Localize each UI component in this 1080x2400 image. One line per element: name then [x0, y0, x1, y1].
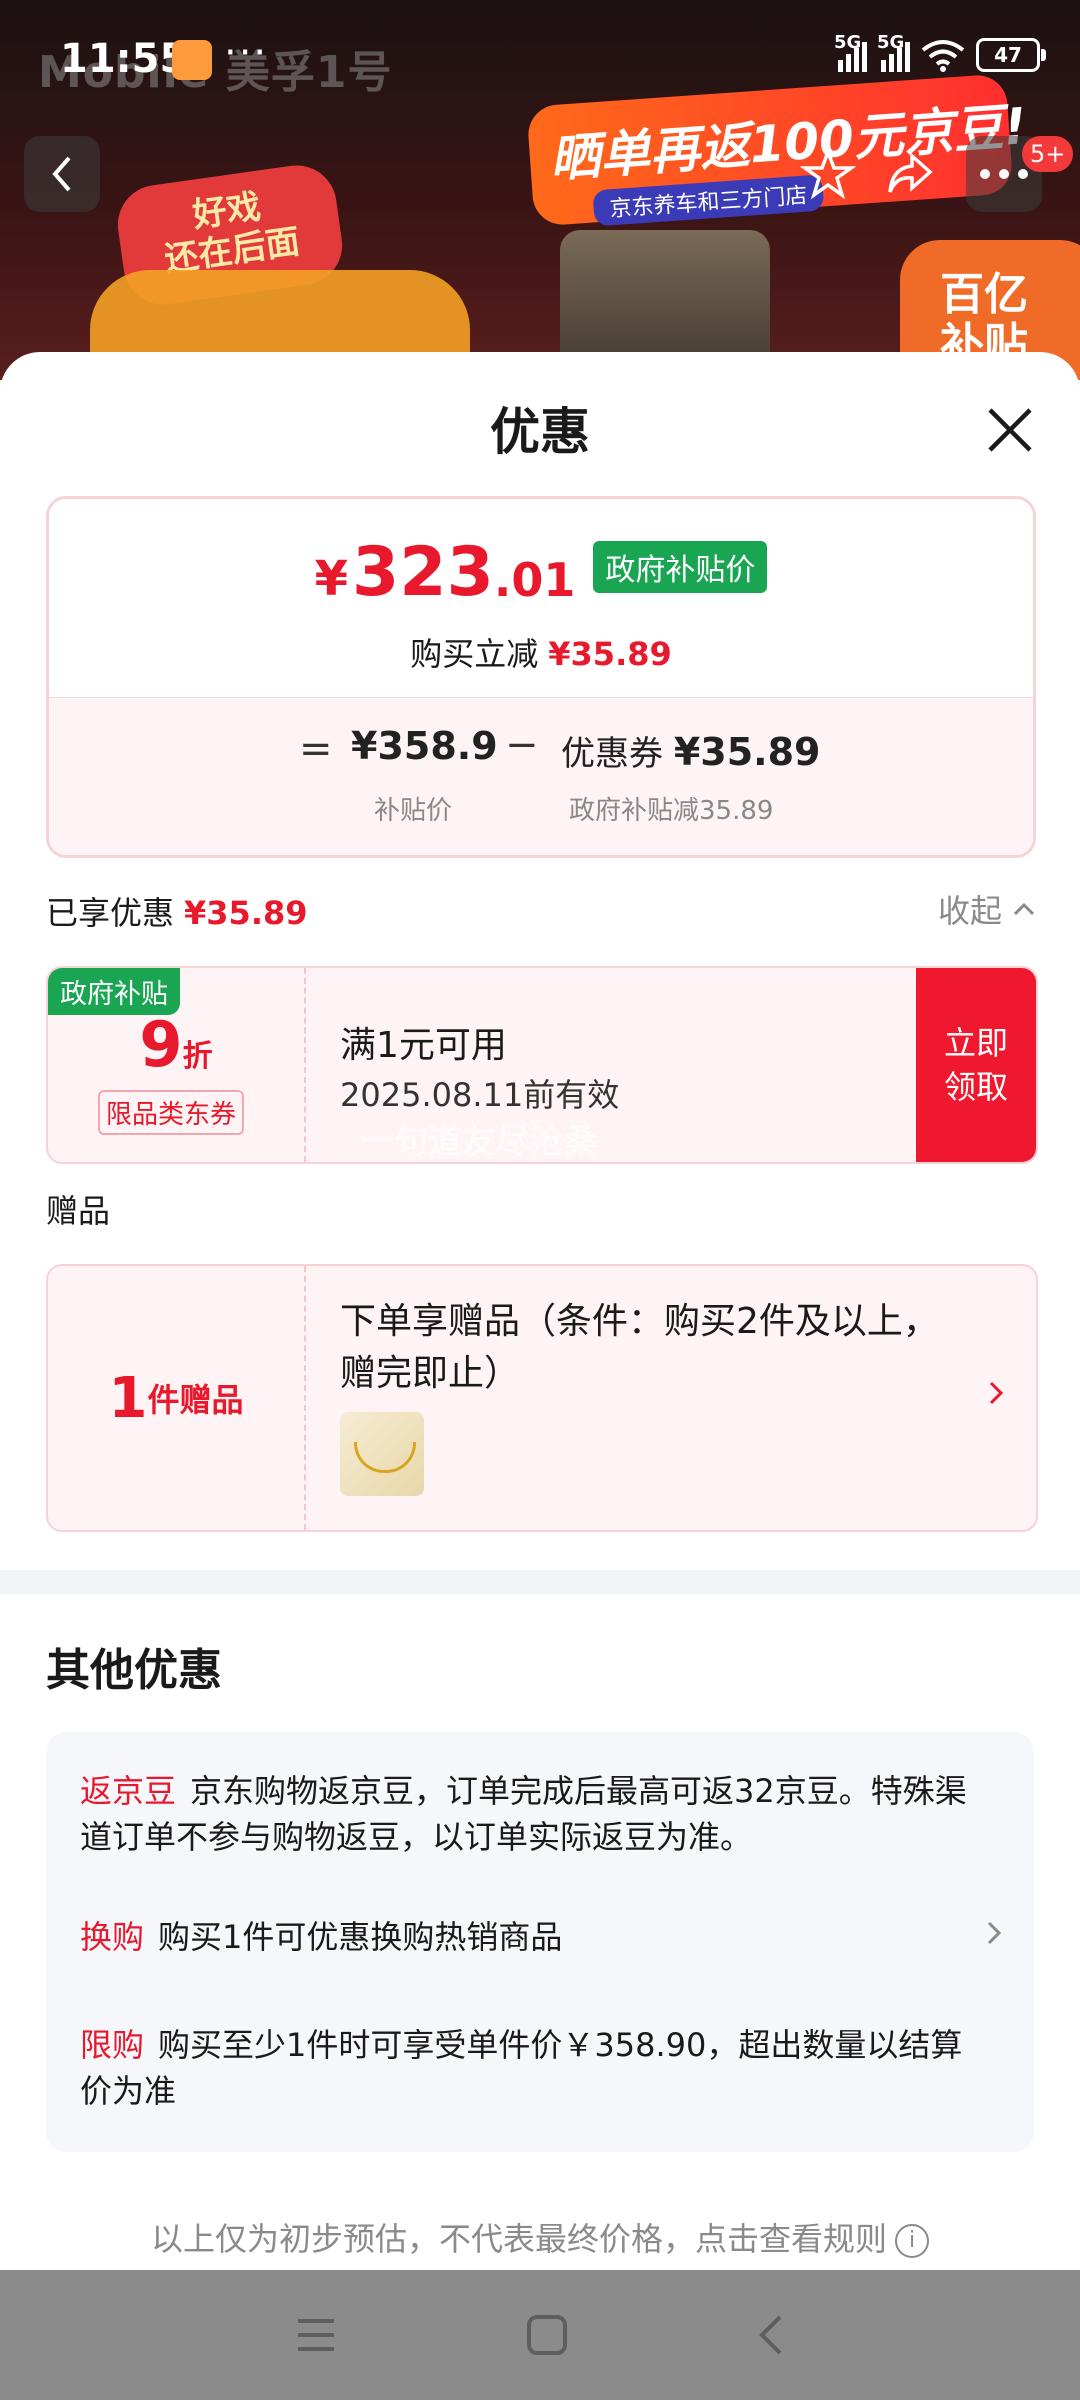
price-breakdown: = ¥358.9 补贴价 − 优惠券 ¥35.89 政府补贴减35.89	[49, 697, 1033, 855]
discount-sheet: 优惠 ¥ 323 .01 政府补贴价 购买立减 ¥35.89 = ¥358.9 补…	[0, 352, 1080, 2270]
signal-label: 5G	[834, 32, 862, 53]
other-item-key: 换购	[80, 1918, 145, 1956]
subsidy-price-label: 补贴价	[374, 796, 453, 826]
instant-discount-value: ¥35.89	[548, 635, 672, 673]
coupon-deduction: 优惠券 ¥35.89	[561, 726, 820, 775]
enjoyed-value: ¥35.89	[184, 894, 308, 932]
claim-coupon-button[interactable]: 立即 领取	[916, 968, 1036, 1162]
enjoyed-label: 已享优惠	[46, 894, 175, 932]
nav-back-icon[interactable]	[756, 2313, 786, 2357]
price-currency: ¥	[314, 551, 348, 607]
coupon-deduction-value: ¥35.89	[673, 730, 821, 774]
star-icon[interactable]	[800, 146, 856, 202]
system-nav-bar	[0, 2270, 1080, 2400]
equals-sign: =	[299, 726, 333, 772]
top-actions	[800, 130, 938, 202]
price-summary-card: ¥ 323 .01 政府补贴价 购买立减 ¥35.89 = ¥358.9 补贴价 …	[46, 496, 1036, 858]
status-time: 11:55	[60, 36, 188, 82]
exchange-purchase-item[interactable]: 换购 购买1件可优惠换购热销商品	[80, 1914, 980, 1960]
other-item-text: 购买1件可优惠换购热销商品	[158, 1918, 563, 1956]
back-icon	[52, 156, 71, 192]
other-item-text: 京东购物返京豆，订单完成后最高可返32京豆。特殊渠道订单不参与购物返豆，以订单实…	[80, 1772, 967, 1856]
gift-section-label: 赠品	[46, 1192, 111, 1230]
gift-card[interactable]: 1 件赠品 下单享赠品（条件：购买2件及以上，赠完即止）	[46, 1264, 1038, 1532]
other-discounts-box: 返京豆 京东购物返京豆，订单完成后最高可返32京豆。特殊渠道订单不参与购物返豆，以…	[46, 1732, 1034, 2152]
signal-icon: 5G	[834, 32, 867, 72]
gift-count-number: 1	[108, 1365, 148, 1431]
sheet-title: 优惠	[490, 403, 590, 461]
gov-subsidy-tag: 政府补贴价	[593, 541, 768, 593]
status-more-dots: ···	[224, 30, 269, 76]
back-button[interactable]	[24, 136, 100, 212]
other-item-text: 购买至少1件时可享受单件价￥358.90，超出数量以结算价为准	[80, 2026, 963, 2110]
info-icon: i	[895, 2224, 929, 2258]
user-watermark: 一句道友尽沧桑	[360, 1122, 598, 1162]
claim-line2: 领取	[943, 1068, 1008, 1106]
disclaimer-text: 以上仅为初步预估，不代表最终价格，点击查看规则	[150, 2220, 887, 2258]
coupon-validity: 2025.08.11前有效	[340, 1076, 620, 1114]
coupon-type: 限品类东券	[98, 1090, 245, 1135]
purchase-limit-item: 限购 购买至少1件时可享受单件价￥358.90，超出数量以结算价为准	[80, 2022, 980, 2114]
coupon-discount: 9折	[48, 1008, 304, 1081]
coupon-deduction-prefix: 优惠券	[561, 734, 663, 774]
gift-count: 1 件赠品	[48, 1266, 306, 1530]
gift-title: 下单享赠品（条件：购买2件及以上，赠完即止）	[340, 1301, 939, 1394]
instant-discount-label: 购买立减	[410, 635, 539, 673]
home-icon[interactable]	[525, 2313, 569, 2357]
claim-coupon-label: 立即 领取	[944, 1021, 1008, 1109]
price-decimal: .01	[493, 553, 576, 607]
collapse-button[interactable]: 收起	[938, 886, 1036, 932]
minus-sign: −	[505, 722, 539, 768]
promo-badge-left-text: 好戏 还在后面	[162, 186, 303, 281]
share-icon[interactable]	[882, 146, 938, 202]
other-discounts-title: 其他优惠	[46, 1645, 222, 1696]
section-divider	[0, 1570, 1080, 1594]
coupon-condition: 满1元可用	[340, 1025, 507, 1066]
status-indicators: 5G 5G 47	[834, 32, 1046, 72]
other-item-key: 返京豆	[80, 1772, 177, 1810]
rules-disclaimer[interactable]: 以上仅为初步预估，不代表最终价格，点击查看规则 i	[0, 2214, 1080, 2260]
menu-icon[interactable]	[294, 2315, 338, 2355]
app-notification-icon	[172, 40, 212, 80]
gift-thumbnail	[340, 1412, 424, 1496]
other-item-key: 限购	[80, 2026, 145, 2064]
final-price: ¥ 323 .01 政府补贴价	[49, 539, 1033, 607]
collapse-label: 收起	[937, 892, 1002, 930]
more-icon	[980, 169, 1028, 179]
claim-line1: 立即	[943, 1024, 1008, 1062]
wifi-icon	[920, 38, 966, 72]
close-icon	[988, 408, 1032, 452]
battery-icon: 47	[976, 38, 1046, 72]
notification-badge: 5+	[1022, 136, 1074, 172]
subsidy-price-value: ¥358.9	[351, 724, 498, 768]
gift-count-unit: 件赠品	[147, 1381, 244, 1419]
chevron-right-icon	[989, 1381, 1004, 1405]
coupon-deduction-label: 政府补贴减35.89	[569, 796, 774, 826]
coupon-discount-unit: 折	[182, 1039, 213, 1074]
final-price-area: ¥ 323 .01 政府补贴价 购买立减 ¥35.89	[49, 499, 1033, 697]
chevron-up-icon	[1013, 902, 1035, 916]
signal-icon: 5G	[877, 32, 910, 72]
coupon-discount-number: 9	[139, 1008, 183, 1081]
price-integer: 323	[351, 533, 494, 612]
signal-label: 5G	[877, 32, 905, 53]
chevron-right-icon	[987, 1921, 1002, 1945]
enjoyed-discount: 已享优惠 ¥35.89	[46, 888, 308, 934]
close-button[interactable]	[980, 400, 1040, 460]
status-bar: Mobile 美孚1号 11:55 ··· 5G 5G 47	[0, 0, 1080, 120]
instant-discount: 购买立减 ¥35.89	[49, 629, 1033, 675]
coupon-gov-tag: 政府补贴	[48, 968, 180, 1015]
jingdou-rebate-item: 返京豆 京东购物返京豆，订单完成后最高可返32京豆。特殊渠道订单不参与购物返豆，以…	[80, 1768, 980, 1860]
